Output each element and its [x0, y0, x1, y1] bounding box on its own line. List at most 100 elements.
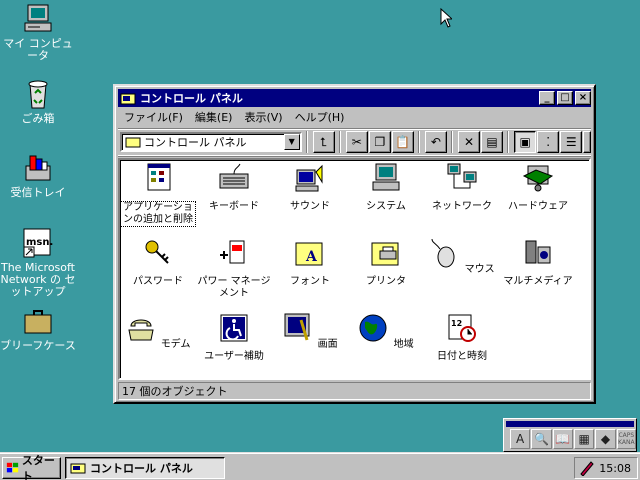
- power-management-icon: [220, 240, 245, 264]
- details-view-button[interactable]: [583, 131, 592, 153]
- item-label: パスワード: [133, 276, 183, 287]
- item-hardware[interactable]: ハードウェア: [500, 162, 576, 213]
- start-button[interactable]: スタート: [2, 454, 61, 480]
- item-label: フォント: [290, 276, 330, 287]
- delete-button[interactable]: ✕: [457, 131, 481, 153]
- item-label: サウンド: [290, 201, 330, 212]
- items-view[interactable]: アプリケーションの追加と削除 キーボード サウンド システム ネットワーク ハー…: [118, 158, 591, 380]
- desktop-icon-recycle-bin[interactable]: ごみ箱: [0, 78, 76, 125]
- printers-icon: [371, 242, 399, 266]
- cut-button[interactable]: ✂: [345, 131, 368, 153]
- keyboard-icon: [219, 163, 249, 189]
- address-combo[interactable]: コントロール パネル ▼: [120, 132, 302, 152]
- list-view-button[interactable]: ☰: [560, 131, 583, 153]
- item-accessibility[interactable]: ユーザー補助: [196, 312, 272, 363]
- scissors-icon: ✂: [351, 135, 362, 149]
- caps-kana-indicator: CAPS KANA: [616, 429, 636, 449]
- pad-icon[interactable]: ▦: [573, 429, 595, 449]
- svg-text:12: 12: [451, 319, 462, 328]
- chevron-down-icon[interactable]: ▼: [283, 134, 300, 150]
- paste-button[interactable]: 📋: [391, 131, 414, 153]
- desktop-icon-my-computer[interactable]: マイ コンピュータ: [0, 3, 76, 62]
- item-password[interactable]: パスワード: [120, 237, 196, 288]
- computer-icon: [22, 3, 54, 35]
- toolbar-separator: [338, 131, 341, 153]
- menu-help[interactable]: ヘルプ(H): [289, 109, 351, 125]
- item-mouse[interactable]: マウス: [424, 237, 500, 276]
- mouse-icon: [431, 238, 455, 268]
- up-folder-button[interactable]: ⮤: [312, 131, 335, 153]
- item-keyboard[interactable]: キーボード: [196, 162, 272, 213]
- item-label: キーボード: [209, 201, 259, 212]
- folder-icon: [125, 137, 141, 148]
- item-power-management[interactable]: パワー マネージメント: [196, 237, 272, 300]
- up-folder-icon: ⮤: [320, 134, 328, 149]
- item-regional[interactable]: 地域: [348, 312, 424, 351]
- item-label: 画面: [317, 339, 338, 350]
- paste-icon: 📋: [395, 135, 411, 149]
- title-bar[interactable]: コントロール パネル _ □ ×: [118, 89, 591, 107]
- properties-button[interactable]: ▤: [481, 131, 504, 153]
- password-icon: [145, 240, 169, 264]
- small-icons-button[interactable]: ⁚: [537, 131, 560, 153]
- system-icon: [372, 163, 400, 191]
- desktop-icon-label: ごみ箱: [21, 112, 55, 125]
- menu-view[interactable]: 表示(V): [238, 109, 288, 125]
- close-button[interactable]: ×: [575, 91, 591, 105]
- ime-title-bar[interactable]: [506, 421, 634, 427]
- item-date-time[interactable]: 12 日付と時刻: [424, 312, 500, 363]
- svg-text:msn.: msn.: [26, 237, 53, 248]
- minimize-button[interactable]: _: [539, 91, 555, 105]
- item-multimedia[interactable]: マルチメディア: [500, 237, 576, 288]
- menu-file[interactable]: ファイル(F): [118, 109, 189, 125]
- inbox-icon: [22, 152, 54, 184]
- item-label: パワー マネージメント: [197, 276, 271, 299]
- item-network[interactable]: ネットワーク: [424, 162, 500, 213]
- pen-icon[interactable]: [579, 460, 595, 476]
- start-label: スタート: [21, 454, 55, 480]
- accessibility-icon: [220, 314, 248, 342]
- magnifier-icon[interactable]: 🔍: [531, 429, 552, 449]
- item-printers[interactable]: プリンタ: [348, 237, 424, 288]
- dictionary-icon[interactable]: 📖: [552, 429, 573, 449]
- folder-icon: [70, 463, 86, 474]
- desktop-icon-label: 受信トレイ: [10, 186, 66, 199]
- item-system[interactable]: システム: [348, 162, 424, 213]
- item-label: ハードウェア: [508, 201, 568, 212]
- desktop-icon-inbox[interactable]: 受信トレイ: [0, 152, 76, 199]
- recycle-bin-icon: [22, 78, 54, 110]
- item-modem[interactable]: モデム: [120, 312, 196, 351]
- ime-toolbar[interactable]: A 🔍 📖 ▦ ◆ CAPS KANA: [503, 418, 637, 452]
- toolbar-separator: [450, 131, 453, 153]
- svg-text:A: A: [305, 249, 318, 265]
- display-icon: [284, 313, 310, 341]
- eraser-icon[interactable]: ◆: [595, 429, 616, 449]
- undo-icon: ↶: [430, 135, 441, 149]
- sound-icon: [295, 164, 323, 192]
- clock[interactable]: 15:08: [599, 462, 631, 475]
- taskbar-button-control-panel[interactable]: コントロール パネル: [65, 457, 225, 479]
- desktop-icon-msn[interactable]: msn. The Microsoft Network の セットアップ: [0, 227, 76, 298]
- item-label: 地域: [393, 339, 414, 350]
- maximize-button[interactable]: □: [557, 91, 573, 105]
- ime-mode-button[interactable]: A: [510, 429, 531, 449]
- item-label: マウス: [464, 264, 495, 275]
- item-sound[interactable]: サウンド: [272, 162, 348, 213]
- kana-label: KANA: [618, 439, 635, 446]
- item-display[interactable]: 画面: [272, 312, 348, 351]
- caps-label: CAPS: [618, 432, 635, 439]
- menu-bar: ファイル(F) 編集(E) 表示(V) ヘルプ(H): [118, 108, 591, 126]
- item-fonts[interactable]: A フォント: [272, 237, 348, 288]
- item-label: プリンタ: [366, 276, 406, 287]
- list-icon: ☰: [565, 135, 577, 149]
- menu-edit[interactable]: 編集(E): [189, 109, 239, 125]
- item-label: システム: [366, 201, 406, 212]
- large-icons-button[interactable]: ▣: [514, 131, 537, 153]
- desktop-icon-label: マイ コンピュータ: [3, 37, 73, 62]
- desktop-icon-briefcase[interactable]: ブリーフケース: [0, 305, 76, 352]
- undo-button[interactable]: ↶: [424, 131, 447, 153]
- delete-x-icon: ✕: [463, 135, 475, 149]
- control-panel-window[interactable]: コントロール パネル _ □ × ファイル(F) 編集(E) 表示(V) ヘルプ…: [113, 84, 596, 404]
- item-add-remove-programs[interactable]: アプリケーションの追加と削除: [120, 162, 196, 227]
- copy-button[interactable]: ❐: [368, 131, 391, 153]
